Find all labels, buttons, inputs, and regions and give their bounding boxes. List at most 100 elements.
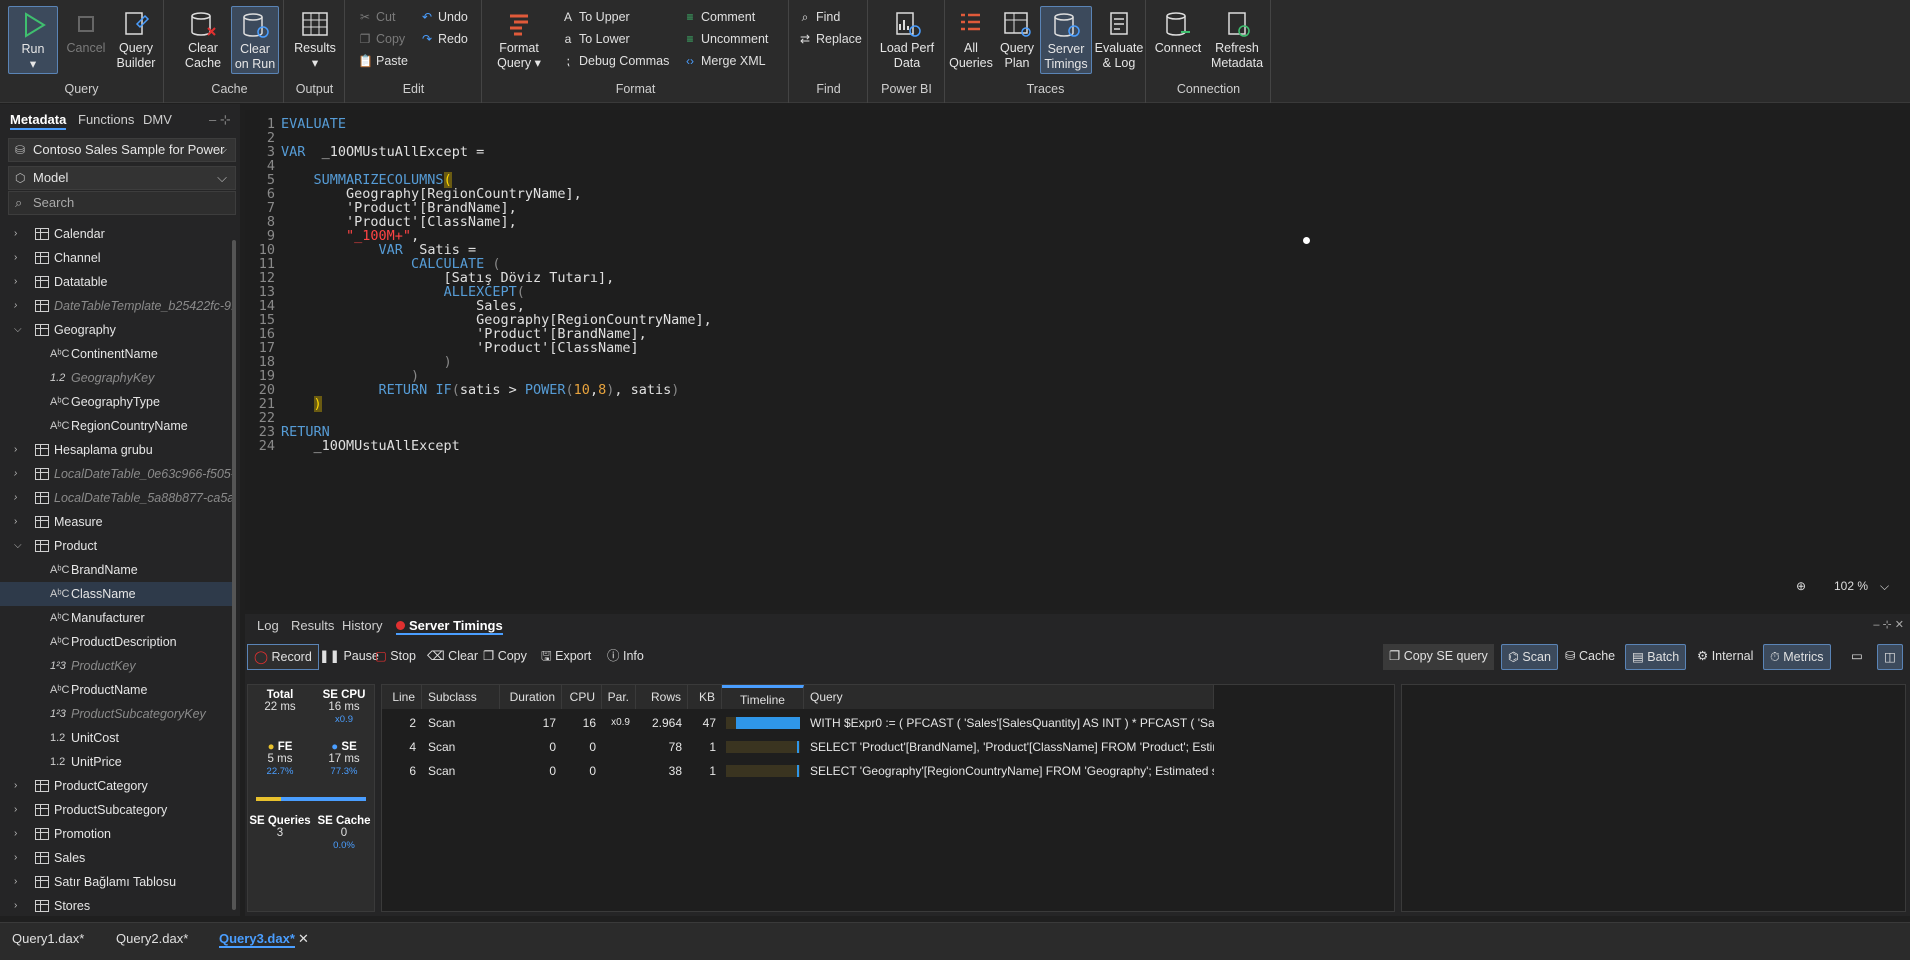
tab-functions[interactable]: Functions [78, 112, 134, 127]
copy-button[interactable]: ❐ Copy [477, 644, 533, 670]
tree-table-node[interactable]: › Stores [0, 894, 232, 918]
tree-table-node[interactable]: › ProductCategory [0, 774, 232, 798]
export-button[interactable]: 🖫 Export [535, 644, 597, 670]
tree-table-node[interactable]: › Measure [0, 510, 232, 534]
zoom-control[interactable]: ⊕ 102 % ⌵ [1796, 576, 1894, 596]
model-dropdown[interactable]: ⛁ Contoso Sales Sample for Power ⌵ [8, 138, 236, 162]
clear-on-run-button[interactable]: Clear on Run [231, 6, 279, 74]
cancel-button[interactable]: Cancel [64, 6, 108, 74]
chevron-right-icon[interactable]: › [14, 222, 17, 246]
tree-column-node[interactable]: AᵇC ProductName [0, 678, 232, 702]
tree-column-node[interactable]: 1.2 GeographyKey [0, 366, 232, 390]
scan-toggle[interactable]: ⌬ Scan [1501, 644, 1558, 670]
tree-table-node[interactable]: › Datatable [0, 270, 232, 294]
replace-button[interactable]: ⇄ Replace [798, 30, 862, 48]
undo-button[interactable]: ↶ Undo [420, 8, 468, 26]
all-queries-button[interactable]: All Queries [948, 6, 994, 74]
doc-tab-query3[interactable]: Query3.dax* [219, 931, 295, 948]
chevron-right-icon[interactable]: › [14, 246, 17, 270]
tree-table-node[interactable]: › Promotion [0, 822, 232, 846]
tab-log[interactable]: Log [257, 618, 279, 633]
comment-button[interactable]: ≡ Comment [683, 8, 755, 26]
chevron-right-icon[interactable]: › [14, 438, 17, 462]
cache-toggle[interactable]: ⛁ Cache [1559, 644, 1621, 670]
copy-button[interactable]: ❐ Copy [358, 30, 406, 48]
info-button[interactable]: ⓘ Info [601, 644, 650, 670]
chevron-right-icon[interactable]: › [14, 462, 17, 486]
chevron-right-icon[interactable]: › [14, 270, 17, 294]
column-header[interactable]: KB [688, 685, 722, 709]
column-header[interactable]: Duration [500, 685, 562, 709]
tree-scrollbar[interactable] [232, 240, 236, 910]
connect-button[interactable]: Connect [1153, 6, 1203, 74]
query-plan-button[interactable]: Query Plan [996, 6, 1038, 74]
record-button[interactable]: ◯ Record [247, 644, 319, 670]
tree-column-node[interactable]: 1.2 UnitPrice [0, 750, 232, 774]
tree-table-node[interactable]: ⌵ Product [0, 534, 232, 558]
column-header[interactable]: CPU [562, 685, 602, 709]
column-header[interactable]: Par. [602, 685, 636, 709]
run-button[interactable]: Run ▾ [8, 6, 58, 74]
tab-history[interactable]: History [342, 618, 382, 633]
tree-table-node[interactable]: › Channel [0, 246, 232, 270]
chevron-right-icon[interactable]: › [14, 486, 17, 510]
column-header[interactable]: Subclass [422, 685, 500, 709]
chevron-right-icon[interactable]: › [14, 798, 17, 822]
tree-table-node[interactable]: › Calendar [0, 222, 232, 246]
chevron-right-icon[interactable]: › [14, 294, 17, 318]
tree-table-node[interactable]: › LocalDateTable_0e63c966-f505-... [0, 462, 232, 486]
clear-button[interactable]: ⌫ Clear [421, 644, 484, 670]
tree-column-node[interactable]: AᵇC RegionCountryName [0, 414, 232, 438]
redo-button[interactable]: ↷ Redo [420, 30, 468, 48]
layout-vertical-button[interactable]: ◫ [1877, 644, 1903, 670]
tree-table-node[interactable]: › LocalDateTable_5a88b877-ca5a-... [0, 486, 232, 510]
copy-se-query-button[interactable]: ❐ Copy SE query [1383, 644, 1494, 670]
chevron-right-icon[interactable]: › [14, 870, 17, 894]
doc-tab-query1[interactable]: Query1.dax* [12, 931, 84, 946]
tree-column-node[interactable]: AᵇC BrandName [0, 558, 232, 582]
query-builder-button[interactable]: Query Builder [112, 6, 160, 74]
load-perf-data-button[interactable]: Load Perf Data [875, 6, 939, 74]
tree-table-node[interactable]: › Satır Bağlamı Tablosu [0, 870, 232, 894]
tree-column-node[interactable]: 1²3 ProductSubcategoryKey [0, 702, 232, 726]
chevron-right-icon[interactable]: › [14, 774, 17, 798]
table-row[interactable]: 2 Scan 17 16 x0.9 2.964 47 WITH $Expr0 := ( PFC… [382, 711, 1394, 735]
find-button[interactable]: ⌕ Find [798, 8, 841, 26]
perspective-dropdown[interactable]: ⬡ Model ⌵ [8, 166, 236, 190]
pin-icon[interactable]: – ⊹ [209, 112, 231, 128]
tab-server-timings[interactable]: Server Timings [396, 618, 503, 635]
chevron-down-icon[interactable]: ⌵ [14, 534, 22, 558]
cut-button[interactable]: ✂ Cut [358, 8, 395, 26]
to-lower-button[interactable]: a To Lower [561, 30, 630, 48]
table-row[interactable]: 6 Scan 0 0 38 1 SELECT 'Geography'[RegionCount… [382, 759, 1394, 783]
tree-column-node[interactable]: AᵇC GeographyType [0, 390, 232, 414]
table-row[interactable]: 4 Scan 0 0 78 1 SELECT 'Product'[BrandName], '… [382, 735, 1394, 759]
tree-column-node[interactable]: AᵇC Manufacturer [0, 606, 232, 630]
column-header[interactable]: Timeline [722, 685, 804, 709]
tab-metadata[interactable]: Metadata [10, 112, 67, 130]
paste-button[interactable]: 📋 Paste [358, 52, 408, 70]
tree-column-node[interactable]: AᵇC ProductDescription [0, 630, 232, 654]
layout-horizontal-button[interactable]: ▭ [1845, 644, 1869, 670]
merge-xml-button[interactable]: ‹› Merge XML [683, 52, 766, 70]
panel-window-controls-icon[interactable]: – ⊹ ✕ [1873, 618, 1904, 631]
close-tab-icon[interactable]: ✕ [298, 931, 309, 947]
tree-table-node[interactable]: › Hesaplama grubu [0, 438, 232, 462]
tab-dmv[interactable]: DMV [143, 112, 172, 127]
tree-column-node[interactable]: AᵇC ContinentName [0, 342, 232, 366]
batch-toggle[interactable]: ▤ Batch [1625, 644, 1687, 670]
refresh-metadata-button[interactable]: Refresh Metadata [1207, 6, 1267, 74]
metadata-search-input[interactable]: ⌕ Search [8, 191, 236, 215]
metrics-toggle[interactable]: ⏱ Metrics [1763, 644, 1831, 670]
tree-table-node[interactable]: › ProductSubcategory [0, 798, 232, 822]
column-header[interactable]: Rows [636, 685, 688, 709]
internal-toggle[interactable]: ⚙ Internal [1691, 644, 1759, 670]
column-header[interactable]: Query [804, 685, 1214, 709]
query-editor[interactable]: 1 EVALUATE 2 3 VAR _10OMUstuAllExcept = 4 5 SU… [245, 110, 1910, 610]
chevron-right-icon[interactable]: › [14, 822, 17, 846]
tree-column-node[interactable]: 1.2 UnitCost [0, 726, 232, 750]
uncomment-button[interactable]: ≡ Uncomment [683, 30, 768, 48]
format-query-button[interactable]: Format Query ▾ [491, 6, 547, 74]
to-upper-button[interactable]: A To Upper [561, 8, 630, 26]
chevron-right-icon[interactable]: › [14, 894, 17, 918]
